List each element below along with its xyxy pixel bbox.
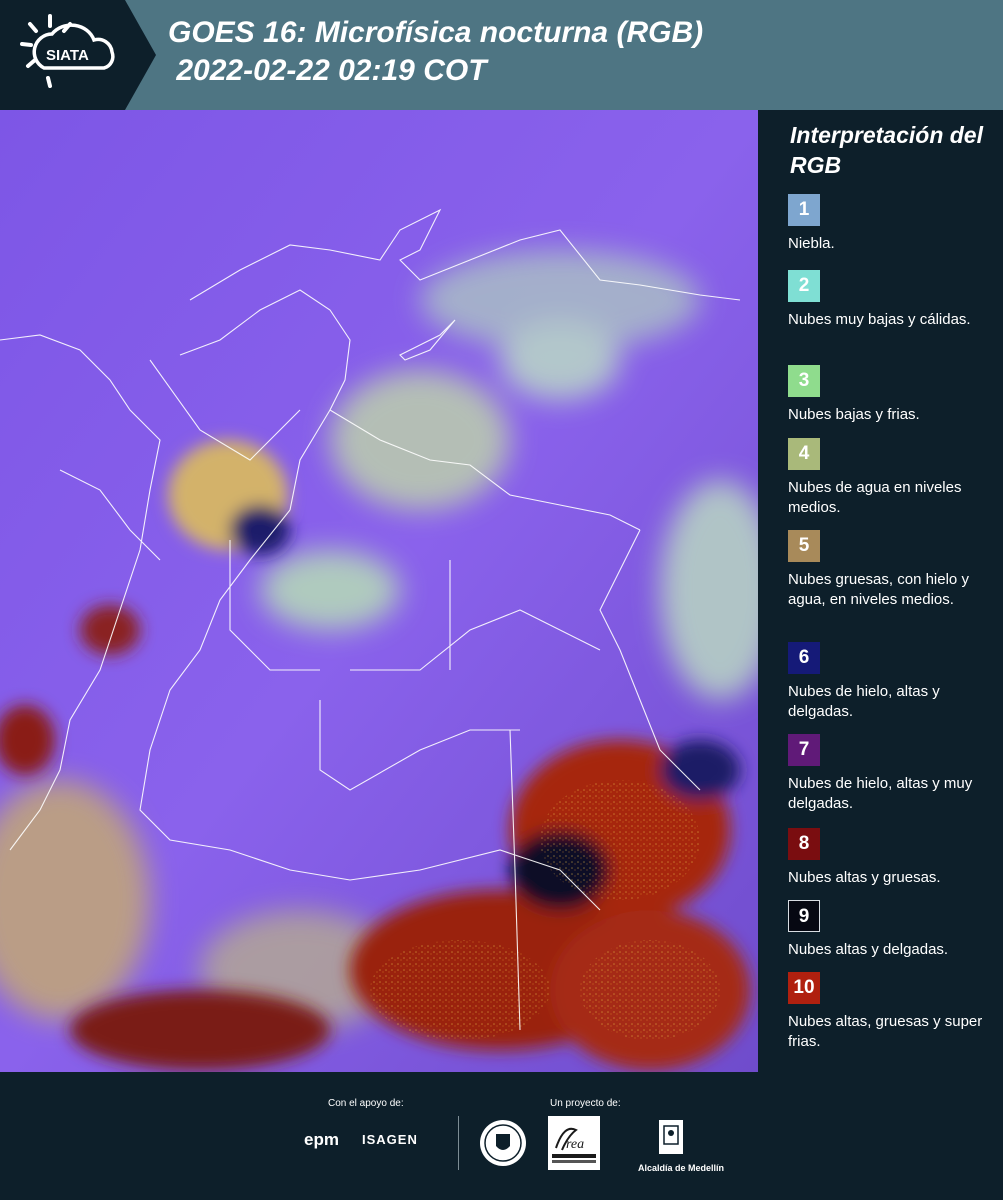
epm-logo: epm: [304, 1130, 339, 1149]
satellite-map: [0, 110, 758, 1072]
legend-desc: Nubes altas y gruesas.: [788, 869, 941, 886]
legend-desc: Niebla.: [788, 235, 835, 252]
legend-item-super-frias: 10 Nubes altas, gruesas y super frias.: [788, 972, 998, 1052]
legend-swatch: 7: [788, 734, 820, 766]
footer: Con el apoyo de: Un proyecto de: epm ISA…: [0, 1072, 1003, 1200]
legend-desc: Nubes gruesas, con hielo y agua, en nive…: [788, 571, 969, 608]
legend-desc: Nubes altas y delgadas.: [788, 941, 949, 958]
legend-item-agua-medios: 4 Nubes de agua en niveles medios.: [788, 438, 998, 518]
university-seal: [478, 1118, 528, 1173]
siata-logo: SIATA: [0, 0, 156, 110]
legend-title: Interpretación del RGB: [790, 122, 983, 178]
legend-desc: Nubes muy bajas y cálidas.: [788, 311, 971, 328]
header-bar: SIATA GOES 16: Microfísica nocturna (RGB…: [0, 0, 1003, 110]
legend-desc: Nubes bajas y frias.: [788, 406, 920, 423]
siata-logo-text: SIATA: [46, 47, 89, 64]
legend-swatch: 6: [788, 642, 820, 674]
legend-item-niebla: 1 Niebla.: [788, 194, 998, 254]
legend-item-muy-bajas: 2 Nubes muy bajas y cálidas.: [788, 270, 998, 330]
footer-divider: [458, 1116, 459, 1170]
title-line-1: GOES 16: Microfísica nocturna (RGB): [168, 16, 704, 49]
legend-swatch: 2: [788, 270, 820, 302]
legend-desc: Nubes altas, gruesas y super frias.: [788, 1013, 983, 1050]
legend-swatch: 4: [788, 438, 820, 470]
legend-swatch: 5: [788, 530, 820, 562]
legend-item-hielo-muy-delgadas: 7 Nubes de hielo, altas y muy delgadas.: [788, 734, 998, 814]
legend-swatch: 1: [788, 194, 820, 226]
page-title: GOES 16: Microfísica nocturna (RGB) 2022…: [168, 14, 703, 90]
area-metropolitana-logo: rea: [548, 1116, 600, 1170]
legend-desc: Nubes de hielo, altas y delgadas.: [788, 683, 940, 720]
legend-item-altas-gruesas: 8 Nubes altas y gruesas.: [788, 828, 998, 888]
legend-swatch: 3: [788, 365, 820, 397]
legend-item-altas-delgadas: 9 Nubes altas y delgadas.: [788, 900, 998, 960]
legend-desc: Nubes de hielo, altas y muy delgadas.: [788, 775, 973, 812]
legend-desc: Nubes de agua en niveles medios.: [788, 479, 962, 516]
alcaldia-label: Alcaldía de Medellín: [638, 1163, 725, 1173]
title-line-2: 2022-02-22 02:19 COT: [168, 54, 487, 87]
support-label: Con el apoyo de:: [328, 1098, 404, 1109]
legend-swatch: 8: [788, 828, 820, 860]
legend-panel: Interpretación del RGB 1 Niebla. 2 Nubes…: [758, 110, 1003, 1072]
svg-text:rea: rea: [566, 1137, 584, 1152]
legend-swatch: 9: [788, 900, 820, 932]
alcaldia-logo: Alcaldía de Medellín: [638, 1118, 725, 1173]
project-label: Un proyecto de:: [550, 1098, 621, 1109]
isagen-logo: ISAGEN: [362, 1132, 418, 1147]
legend-item-bajas-frias: 3 Nubes bajas y frias.: [788, 365, 998, 425]
legend-swatch: 10: [788, 972, 820, 1004]
legend-item-gruesas-hielo-agua: 5 Nubes gruesas, con hielo y agua, en ni…: [788, 530, 998, 610]
legend-item-hielo-delgadas: 6 Nubes de hielo, altas y delgadas.: [788, 642, 998, 722]
